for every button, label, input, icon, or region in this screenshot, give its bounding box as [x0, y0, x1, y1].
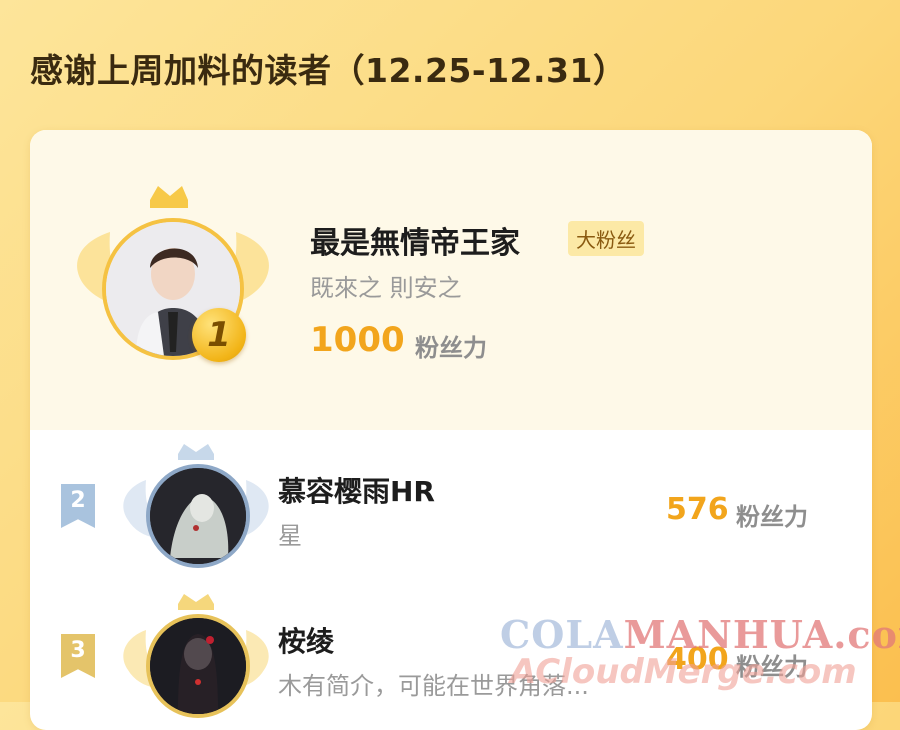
rank-badge: 1: [192, 308, 246, 362]
fan-power-label: 粉丝力: [415, 334, 487, 362]
rank-ribbon: 2: [61, 484, 95, 528]
rank-ribbon: 3: [61, 634, 95, 678]
crown-icon: [178, 444, 214, 460]
fan-level-badge: 大粉丝: [568, 221, 644, 256]
reader-name[interactable]: 桉绫: [278, 620, 334, 660]
reader-name[interactable]: 最是無情帝王家: [310, 218, 520, 262]
watermark-secondary: ACloudMerge.com: [510, 652, 857, 692]
crown-icon: [150, 186, 188, 208]
avatar[interactable]: [146, 464, 250, 568]
crown-icon: [178, 594, 214, 610]
reader-name[interactable]: 慕容樱雨HR: [278, 470, 435, 510]
fan-power-score: 1000: [310, 320, 405, 360]
reader-bio: 星: [278, 522, 302, 550]
watermark: COLAMANHUA.com: [500, 612, 900, 657]
avatar[interactable]: [146, 614, 250, 718]
fan-power-label: 粉丝力: [736, 503, 808, 531]
user-avatar-image: [150, 468, 246, 564]
reader-bio: 既來之 則安之: [310, 274, 462, 302]
list-item[interactable]: 2 慕容樱雨HR 星 576 粉丝力: [30, 430, 872, 570]
page-title: 感谢上周加料的读者（12.25-12.31）: [30, 51, 627, 90]
fan-power-score: 576: [666, 492, 729, 527]
top-reader-section[interactable]: 1 最是無情帝王家 大粉丝 既來之 則安之 1000 粉丝力: [30, 130, 872, 430]
user-avatar-image: [150, 618, 246, 714]
